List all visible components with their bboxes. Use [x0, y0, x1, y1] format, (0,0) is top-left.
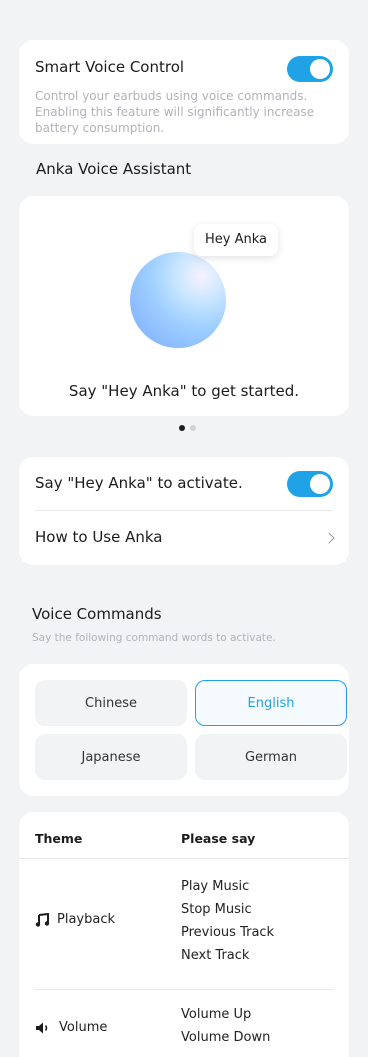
smart-voice-card: Smart Voice Control Control your earbuds… — [19, 40, 349, 144]
language-chinese[interactable]: Chinese — [35, 680, 187, 726]
language-card: Chinese English Japanese German — [19, 664, 349, 796]
assistant-card[interactable]: Hey Anka Say "Hey Anka" to get started. — [19, 196, 349, 416]
language-german[interactable]: German — [195, 734, 347, 780]
commands-subtitle: Say the following command words to activ… — [32, 632, 276, 644]
phrase: Play Music — [181, 879, 250, 894]
smart-voice-title: Smart Voice Control — [35, 58, 185, 76]
status-bar — [0, 0, 368, 22]
activation-card: Say "Hey Anka" to activate. How to Use A… — [19, 457, 349, 565]
how-to-label: How to Use Anka — [35, 528, 163, 546]
carousel-dots — [179, 425, 196, 431]
activate-toggle[interactable] — [287, 471, 333, 497]
row-theme: Playback — [35, 912, 115, 927]
smart-voice-toggle[interactable] — [287, 56, 333, 82]
language-english[interactable]: English — [195, 680, 347, 726]
music-note-icon — [35, 912, 49, 927]
phrase: Stop Music — [181, 902, 252, 917]
phrase: Next Track — [181, 948, 250, 963]
phrase: Volume Down — [181, 1030, 271, 1045]
commands-table: Theme Please say Playback Play Music Sto… — [19, 812, 349, 1057]
assistant-caption: Say "Hey Anka" to get started. — [68, 382, 300, 400]
assistant-orb — [130, 252, 226, 348]
assistant-section-title: Anka Voice Assistant — [36, 160, 192, 178]
phrase-list: Play Music Stop Music Previous Track Nex… — [181, 875, 274, 967]
row-theme: Volume — [35, 1020, 107, 1035]
row-theme-label: Volume — [59, 1020, 108, 1035]
activate-label: Say "Hey Anka" to activate. — [35, 474, 243, 492]
header-theme: Theme — [35, 831, 83, 846]
language-japanese[interactable]: Japanese — [35, 734, 187, 780]
hey-anka-bubble: Hey Anka — [194, 224, 278, 256]
table-row: Playback Play Music Stop Music Previous … — [19, 859, 349, 989]
carousel-dot-active[interactable] — [179, 425, 185, 431]
toggle-knob — [310, 474, 330, 494]
header-please-say: Please say — [181, 831, 256, 846]
phrase-list: Volume Up Volume Down — [181, 1003, 270, 1049]
chevron-right-icon — [323, 532, 335, 544]
row-theme-label: Playback — [57, 912, 116, 927]
carousel-dot[interactable] — [190, 425, 196, 431]
toggle-knob — [310, 59, 330, 79]
phrase: Volume Up — [181, 1007, 252, 1022]
commands-title: Voice Commands — [32, 605, 162, 623]
speaker-icon — [36, 1022, 48, 1033]
how-to-row[interactable]: How to Use Anka — [19, 511, 349, 565]
table-row: Volume Volume Up Volume Down — [19, 990, 349, 1057]
smart-voice-description: Control your earbuds using voice command… — [35, 89, 315, 135]
phrase: Previous Track — [181, 925, 275, 940]
